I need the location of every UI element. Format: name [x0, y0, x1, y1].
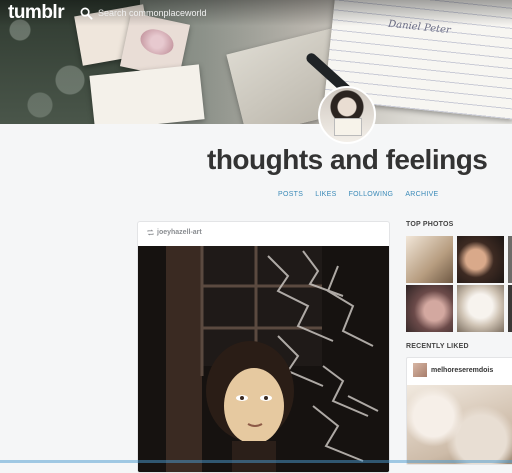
liked-blog-name[interactable]: melhoreseremdois	[431, 367, 493, 374]
blog-nav: POSTS LIKES FOLLOWING ARCHIVE	[278, 191, 439, 198]
post-card: joeyhazell-art	[137, 221, 390, 473]
reblog-source-name[interactable]: joeyhazell-art	[157, 229, 202, 236]
header-banner: Daniel Peter tumblr	[0, 0, 512, 124]
top-photo-thumbnail[interactable]	[457, 236, 504, 283]
top-photo-thumbnail[interactable]	[457, 285, 504, 332]
blog-title: thoughts and feelings	[207, 144, 488, 175]
search-input[interactable]	[98, 8, 228, 18]
nav-following[interactable]: FOLLOWING	[349, 191, 394, 198]
nav-likes[interactable]: LIKES	[315, 191, 336, 198]
nav-posts[interactable]: POSTS	[278, 191, 303, 198]
blog-avatar[interactable]	[318, 86, 376, 144]
nav-archive[interactable]: ARCHIVE	[405, 191, 438, 198]
liked-post-photo[interactable]	[407, 385, 512, 464]
top-photo-thumbnail[interactable]	[508, 236, 512, 283]
liked-post-header[interactable]: melhoreseremdois	[413, 363, 493, 377]
search-bar[interactable]	[80, 5, 228, 21]
top-photo-thumbnail[interactable]	[508, 285, 512, 332]
post-artwork[interactable]	[138, 246, 389, 472]
avatar[interactable]	[413, 363, 427, 377]
top-photo-thumbnail[interactable]	[406, 285, 453, 332]
top-photos-heading: TOP PHOTOS	[406, 221, 454, 228]
recently-liked-card[interactable]: melhoreseremdois	[406, 357, 512, 465]
reblog-icon	[147, 229, 154, 236]
reblog-header[interactable]: joeyhazell-art	[147, 229, 202, 236]
search-icon	[80, 7, 93, 20]
banner-letter	[89, 64, 205, 124]
top-bar	[0, 0, 512, 26]
tumblr-logo[interactable]: tumblr	[8, 2, 65, 24]
avatar-book	[334, 118, 362, 136]
recently-liked-heading: RECENTLY LIKED	[406, 343, 469, 350]
top-photo-thumbnail[interactable]	[406, 236, 453, 283]
